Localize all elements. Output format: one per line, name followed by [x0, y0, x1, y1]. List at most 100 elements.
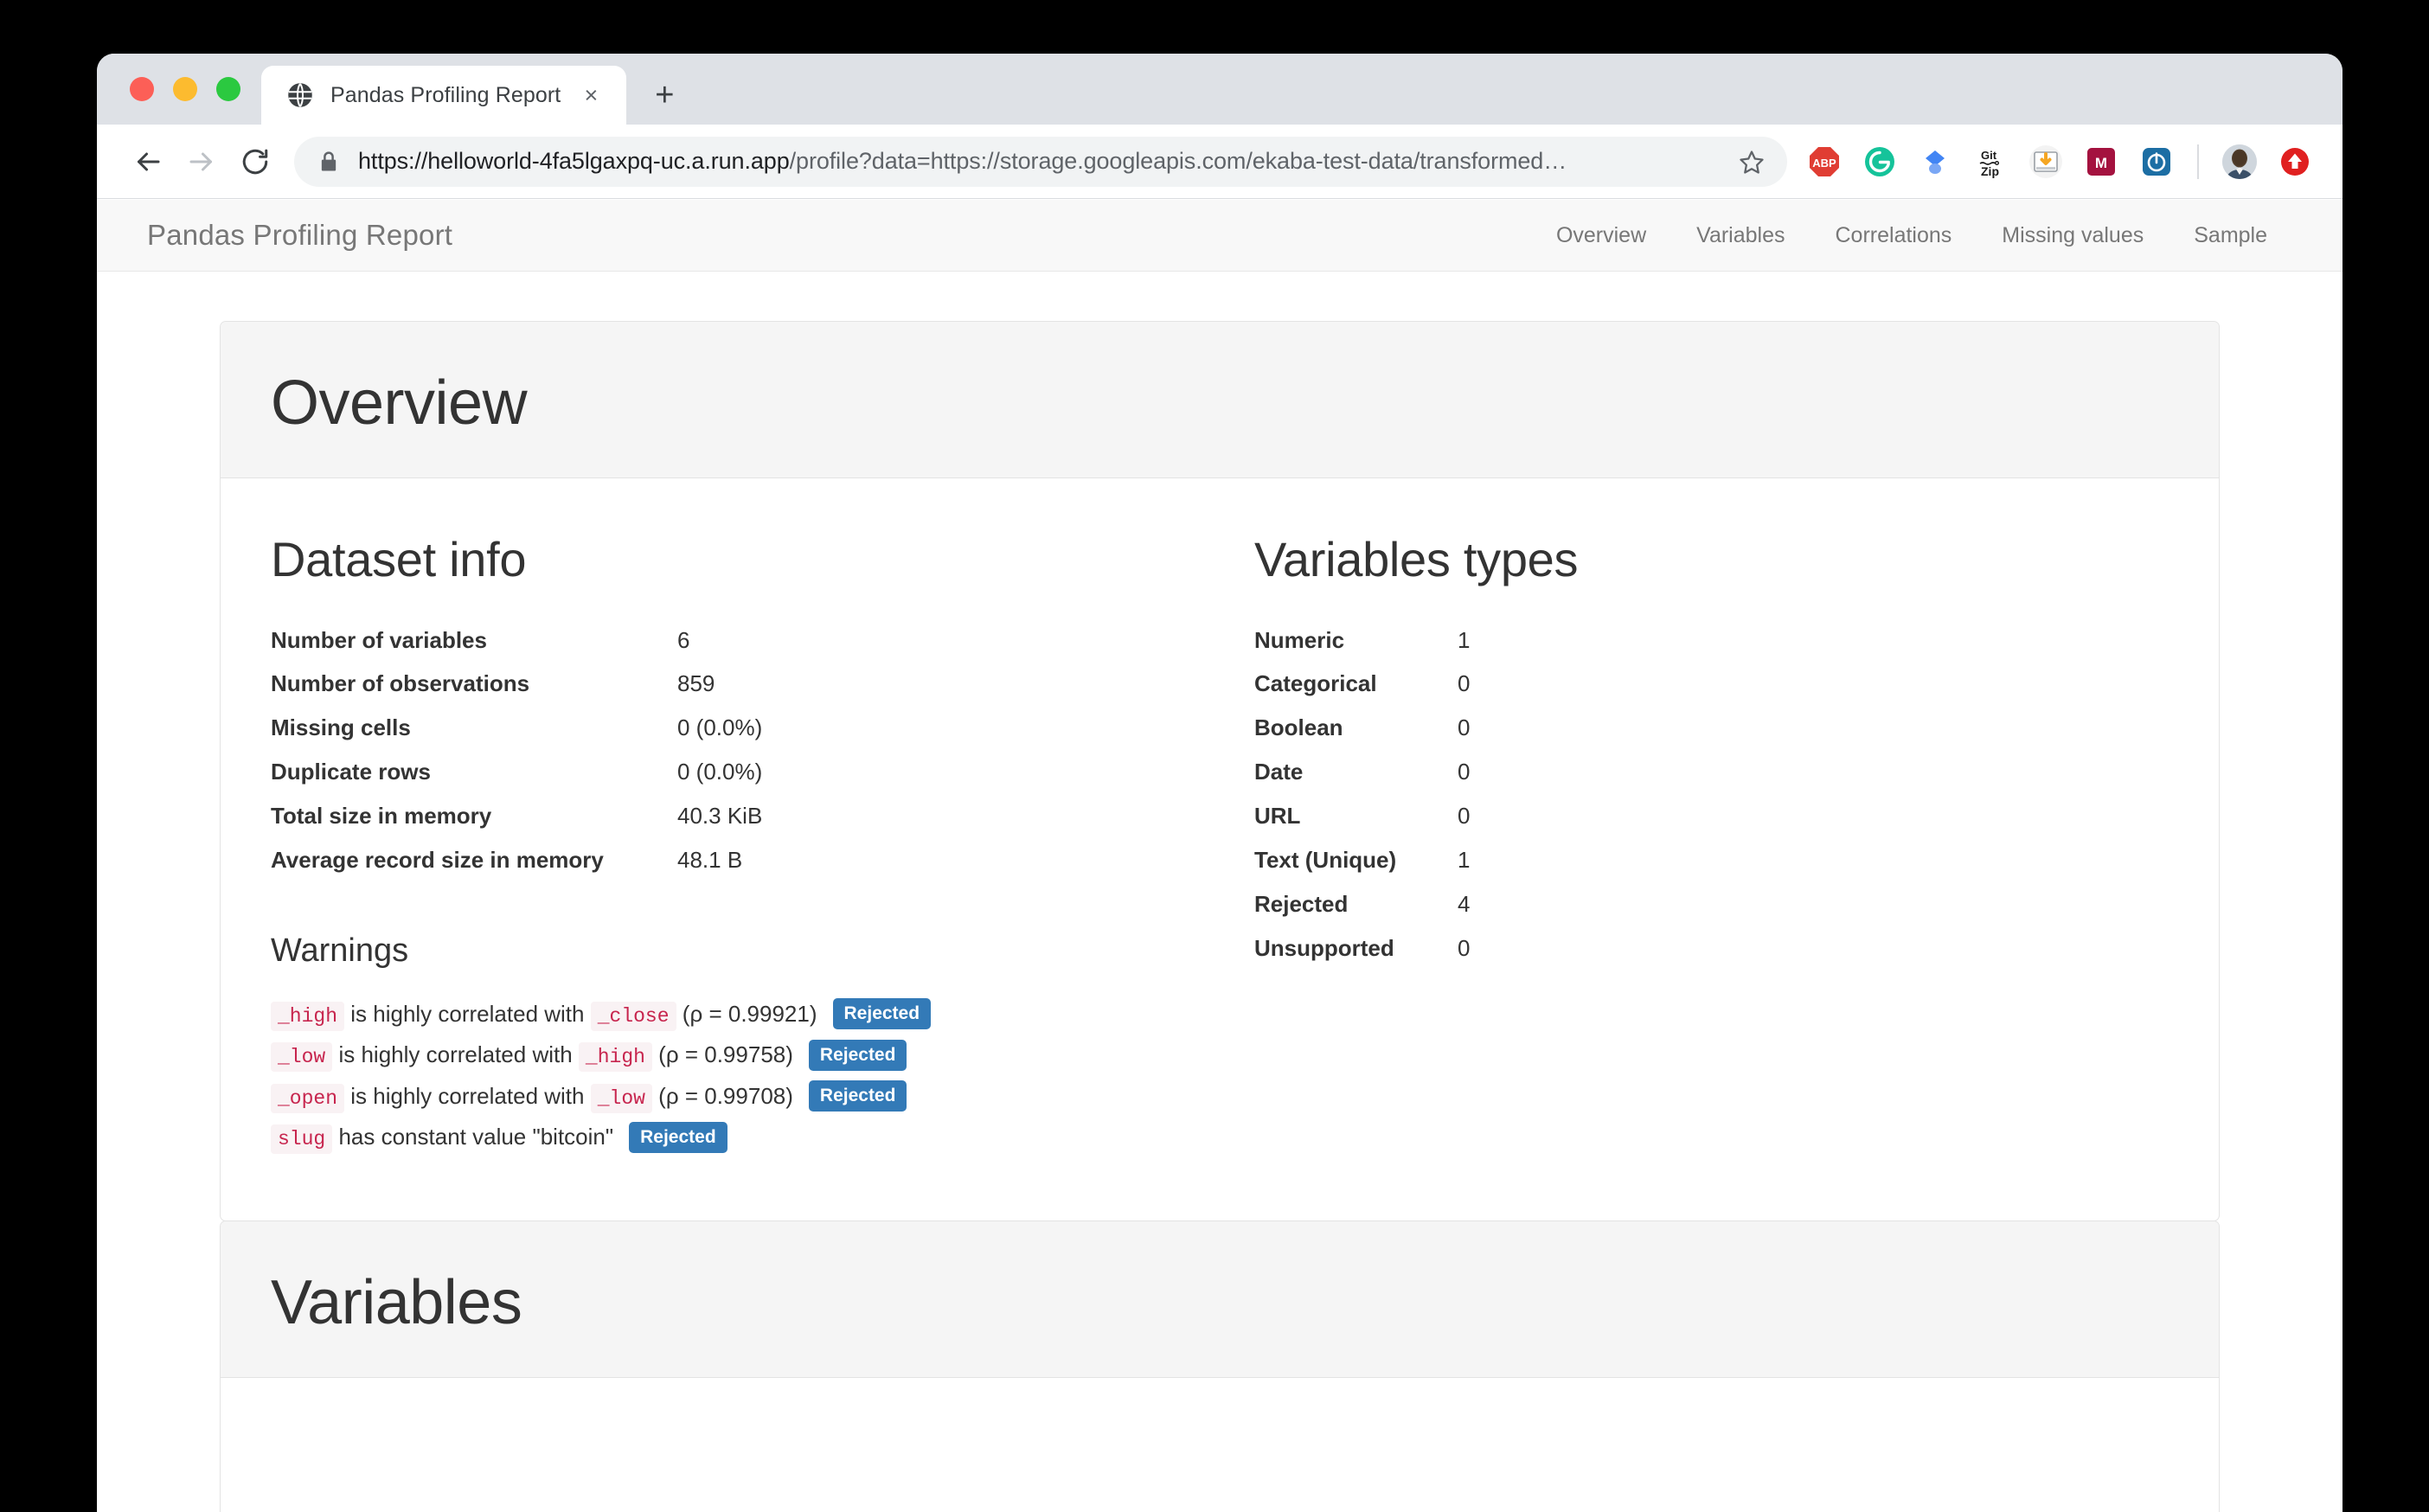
gitzip-extension-icon[interactable]: Git Zip	[1972, 144, 2009, 180]
nav-link-variables[interactable]: Variables	[1671, 223, 1810, 248]
warnings-title: Warnings	[271, 932, 1185, 971]
warning-text: _high is highly correlated with _close (…	[271, 997, 817, 1032]
new-tab-button[interactable]: +	[640, 71, 689, 119]
browser-window: Pandas Profiling Report × +	[97, 54, 2342, 1512]
url-text: https://helloworld-4fa5lgaxpq-uc.a.run.a…	[358, 148, 1723, 175]
reload-button[interactable]	[228, 135, 282, 189]
variables-panel-body	[221, 1378, 2219, 1512]
warning-badge-cell: Rejected	[809, 1080, 907, 1112]
list-item: slug has constant value "bitcoin" Reject…	[271, 1120, 1185, 1155]
variable-token: slug	[271, 1124, 332, 1154]
bookmark-star-icon[interactable]	[1739, 149, 1765, 175]
overview-panel-heading: Overview	[221, 322, 2219, 478]
warning-badge-cell: Rejected	[629, 1122, 727, 1153]
image-downloader-extension-icon[interactable]	[2028, 144, 2064, 180]
overview-panel: Overview Dataset info Number of variabl	[220, 321, 2220, 1221]
warning-text: _low is highly correlated with _high (ρ …	[271, 1038, 793, 1073]
stat-value: 40.3 KiB	[677, 794, 1185, 838]
type-count: 0	[1458, 750, 2169, 794]
site-navbar: Pandas Profiling Report Overview Variabl…	[97, 200, 2342, 272]
globe-icon	[287, 82, 313, 108]
nav-link-correlations[interactable]: Correlations	[1811, 223, 1977, 248]
dataset-info-title: Dataset info	[271, 532, 1185, 587]
status-badge[interactable]: Rejected	[809, 1080, 907, 1112]
table-row: Average record size in memory 48.1 B	[271, 838, 1185, 882]
table-row: URL 0	[1254, 794, 2169, 838]
variables-types-column: Variables types Numeric 1 Categoric	[1220, 532, 2169, 971]
type-label: Categorical	[1254, 662, 1458, 706]
nav-link-sample[interactable]: Sample	[2169, 223, 2292, 248]
lock-icon	[317, 150, 341, 174]
browser-toolbar: https://helloworld-4fa5lgaxpq-uc.a.run.a…	[97, 125, 2342, 199]
warnings-block: Warnings _high is highly correlated with…	[271, 932, 1185, 1155]
browser-tab-pandas-profiling-report[interactable]: Pandas Profiling Report ×	[261, 66, 626, 125]
status-badge[interactable]: Rejected	[833, 998, 932, 1029]
warning-badge-cell: Rejected	[809, 1040, 907, 1071]
type-label: Numeric	[1254, 618, 1458, 663]
stat-label: Duplicate rows	[271, 750, 677, 794]
status-badge[interactable]: Rejected	[629, 1122, 727, 1153]
list-item: _low is highly correlated with _high (ρ …	[271, 1038, 1185, 1073]
warning-middle: is highly correlated with	[350, 1001, 584, 1027]
warning-middle: has constant value "bitcoin"	[338, 1124, 613, 1150]
mendeley-extension-icon[interactable]: M	[2083, 144, 2119, 180]
url-host: https://helloworld-4fa5lgaxpq-uc.a.run.a…	[358, 148, 790, 174]
table-row: Unsupported 0	[1254, 926, 2169, 971]
warning-text: _open is highly correlated with _low (ρ …	[271, 1080, 793, 1114]
type-label: Text (Unique)	[1254, 838, 1458, 882]
type-label: URL	[1254, 794, 1458, 838]
address-bar[interactable]: https://helloworld-4fa5lgaxpq-uc.a.run.a…	[294, 137, 1787, 187]
table-row: Rejected 4	[1254, 882, 2169, 926]
back-button[interactable]	[121, 135, 175, 189]
adblock-plus-extension-icon[interactable]: ABP	[1806, 144, 1843, 180]
svg-text:ABP: ABP	[1812, 157, 1836, 170]
close-window-button[interactable]	[130, 77, 154, 101]
nav-link-missing-values[interactable]: Missing values	[1977, 223, 2169, 248]
table-row: Date 0	[1254, 750, 2169, 794]
variables-panel: Variables	[220, 1220, 2220, 1512]
warning-text: slug has constant value "bitcoin"	[271, 1120, 613, 1155]
status-badge[interactable]: Rejected	[809, 1040, 907, 1071]
type-label: Unsupported	[1254, 926, 1458, 971]
table-row: Total size in memory 40.3 KiB	[271, 794, 1185, 838]
pocket-sync-extension-icon[interactable]	[2138, 144, 2175, 180]
minimize-window-button[interactable]	[173, 77, 197, 101]
warning-rho: (ρ = 0.99921)	[683, 1001, 817, 1027]
stat-label: Number of variables	[271, 618, 677, 663]
list-item: _high is highly correlated with _close (…	[271, 997, 1185, 1032]
tab-title: Pandas Profiling Report	[330, 83, 561, 108]
url-path: /profile?data=https://storage.googleapis…	[790, 148, 1567, 174]
warning-badge-cell: Rejected	[833, 998, 932, 1029]
tab-strip: Pandas Profiling Report × +	[97, 54, 2342, 125]
table-row: Categorical 0	[1254, 662, 2169, 706]
type-label: Date	[1254, 750, 1458, 794]
stat-value: 0 (0.0%)	[677, 750, 1185, 794]
grammarly-extension-icon[interactable]	[1862, 144, 1898, 180]
variable-token: _high	[271, 1002, 344, 1031]
variable-token: _low	[271, 1042, 332, 1072]
table-row: Number of variables 6	[271, 618, 1185, 663]
table-row: Numeric 1	[1254, 618, 2169, 663]
blue-diamond-extension-icon[interactable]	[1917, 144, 1953, 180]
type-count: 4	[1458, 882, 2169, 926]
avatar[interactable]	[2221, 144, 2258, 180]
site-brand[interactable]: Pandas Profiling Report	[147, 219, 452, 252]
type-count: 1	[1458, 618, 2169, 663]
stat-value: 48.1 B	[677, 838, 1185, 882]
upload-extension-icon[interactable]	[2277, 144, 2313, 180]
stat-label: Average record size in memory	[271, 838, 677, 882]
maximize-window-button[interactable]	[216, 77, 240, 101]
stat-value: 859	[677, 662, 1185, 706]
extensions-tray: ABP Git	[1803, 144, 2313, 180]
nav-link-overview[interactable]: Overview	[1531, 223, 1671, 248]
close-icon[interactable]: ×	[578, 82, 604, 108]
toolbar-divider	[2197, 144, 2199, 179]
page-content: Overview Dataset info Number of variabl	[97, 272, 2342, 1512]
type-label: Rejected	[1254, 882, 1458, 926]
page-title: Overview	[271, 369, 2169, 438]
overview-columns: Dataset info Number of variables 6	[271, 532, 2169, 1161]
warning-rho: (ρ = 0.99758)	[658, 1041, 793, 1067]
variables-types-title: Variables types	[1254, 532, 2169, 587]
variable-token: _open	[271, 1084, 344, 1113]
warning-rho: (ρ = 0.99708)	[658, 1083, 793, 1109]
